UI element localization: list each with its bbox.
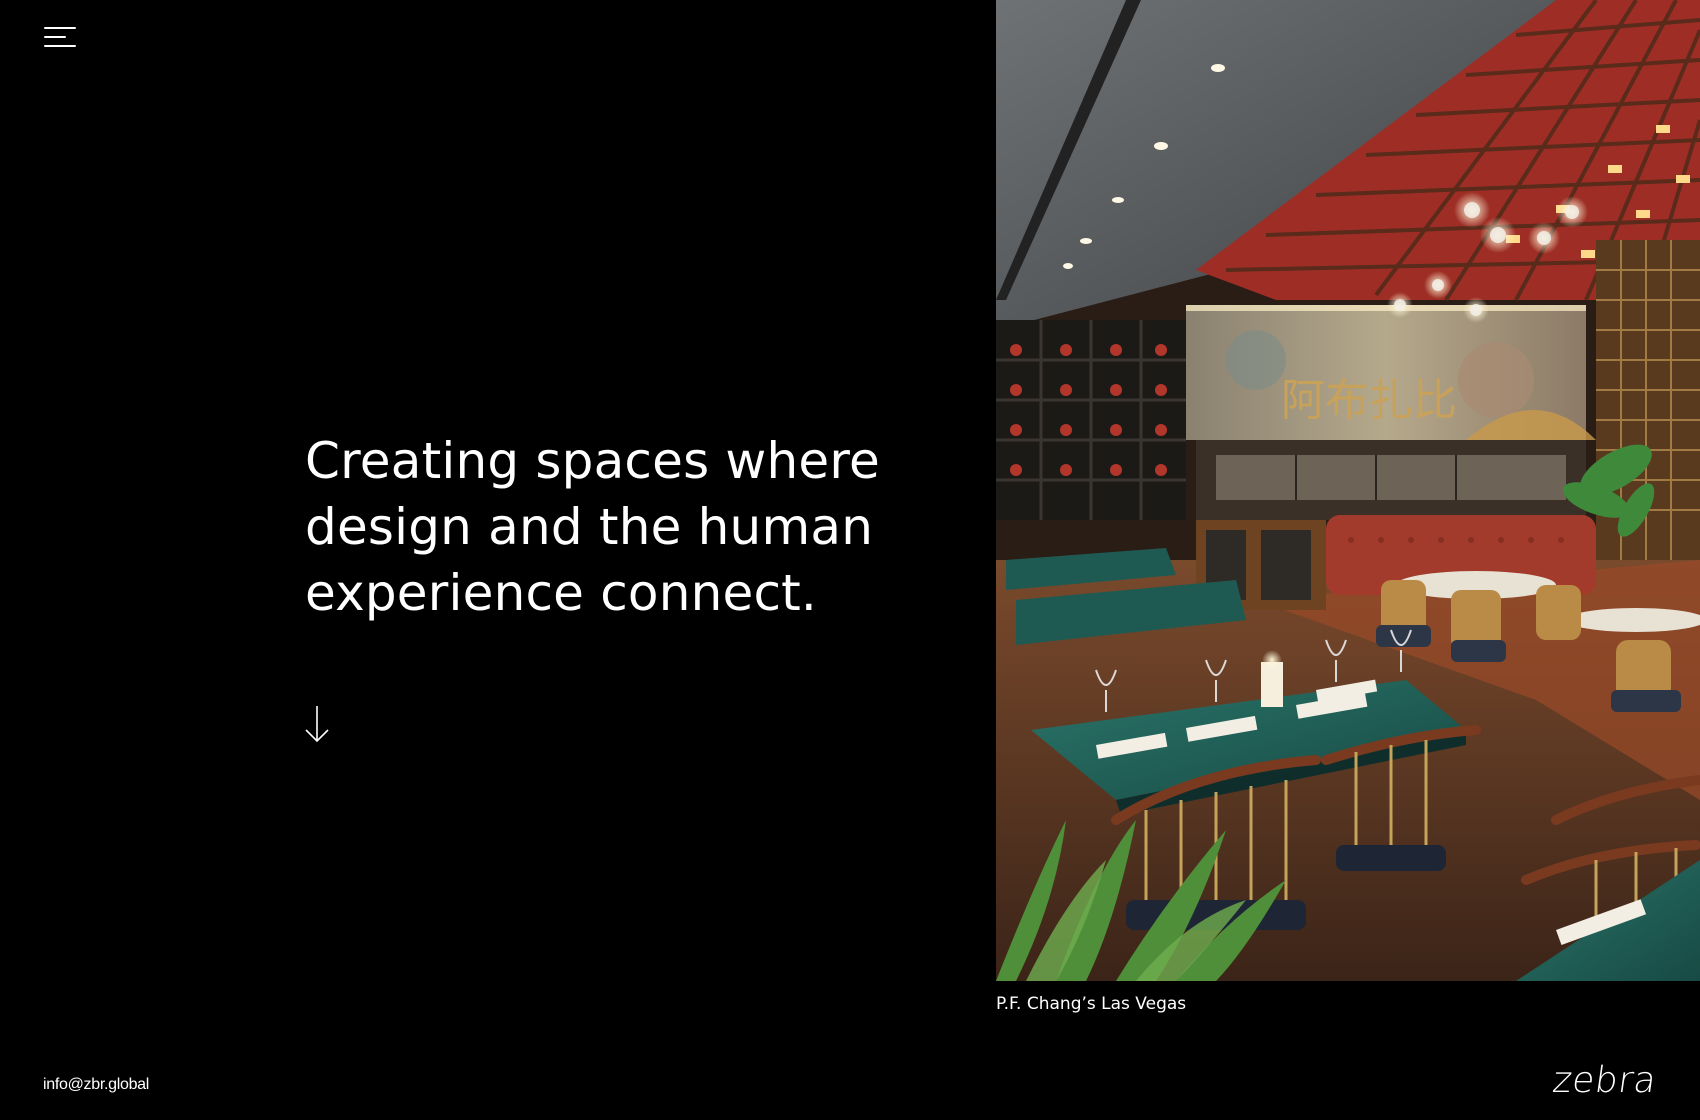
featured-project-image[interactable]: 阿布扎比	[996, 0, 1700, 981]
contact-email-link[interactable]: info@zbr.global	[43, 1076, 149, 1094]
hero-headline: Creating spaces where design and the hum…	[305, 428, 905, 626]
scroll-down-button[interactable]	[302, 704, 332, 744]
menu-button[interactable]	[40, 22, 80, 52]
hero-headline-line-1: Creating spaces where	[305, 432, 880, 490]
signage-text: 阿布扎比	[1281, 375, 1457, 426]
hamburger-menu-icon-line	[44, 36, 66, 38]
project-caption: P.F. Chang’s Las Vegas	[996, 994, 1187, 1014]
arrow-down-icon	[305, 706, 329, 743]
hero-headline-line-2: design and the human	[305, 498, 874, 556]
hamburger-menu-icon	[44, 27, 76, 29]
hero-headline-line-3: experience connect.	[305, 564, 818, 622]
restaurant-interior-illustration: 阿布扎比	[996, 0, 1700, 981]
zebra-logo[interactable]: zebra	[1550, 1060, 1659, 1101]
hamburger-menu-icon-line	[44, 45, 76, 47]
